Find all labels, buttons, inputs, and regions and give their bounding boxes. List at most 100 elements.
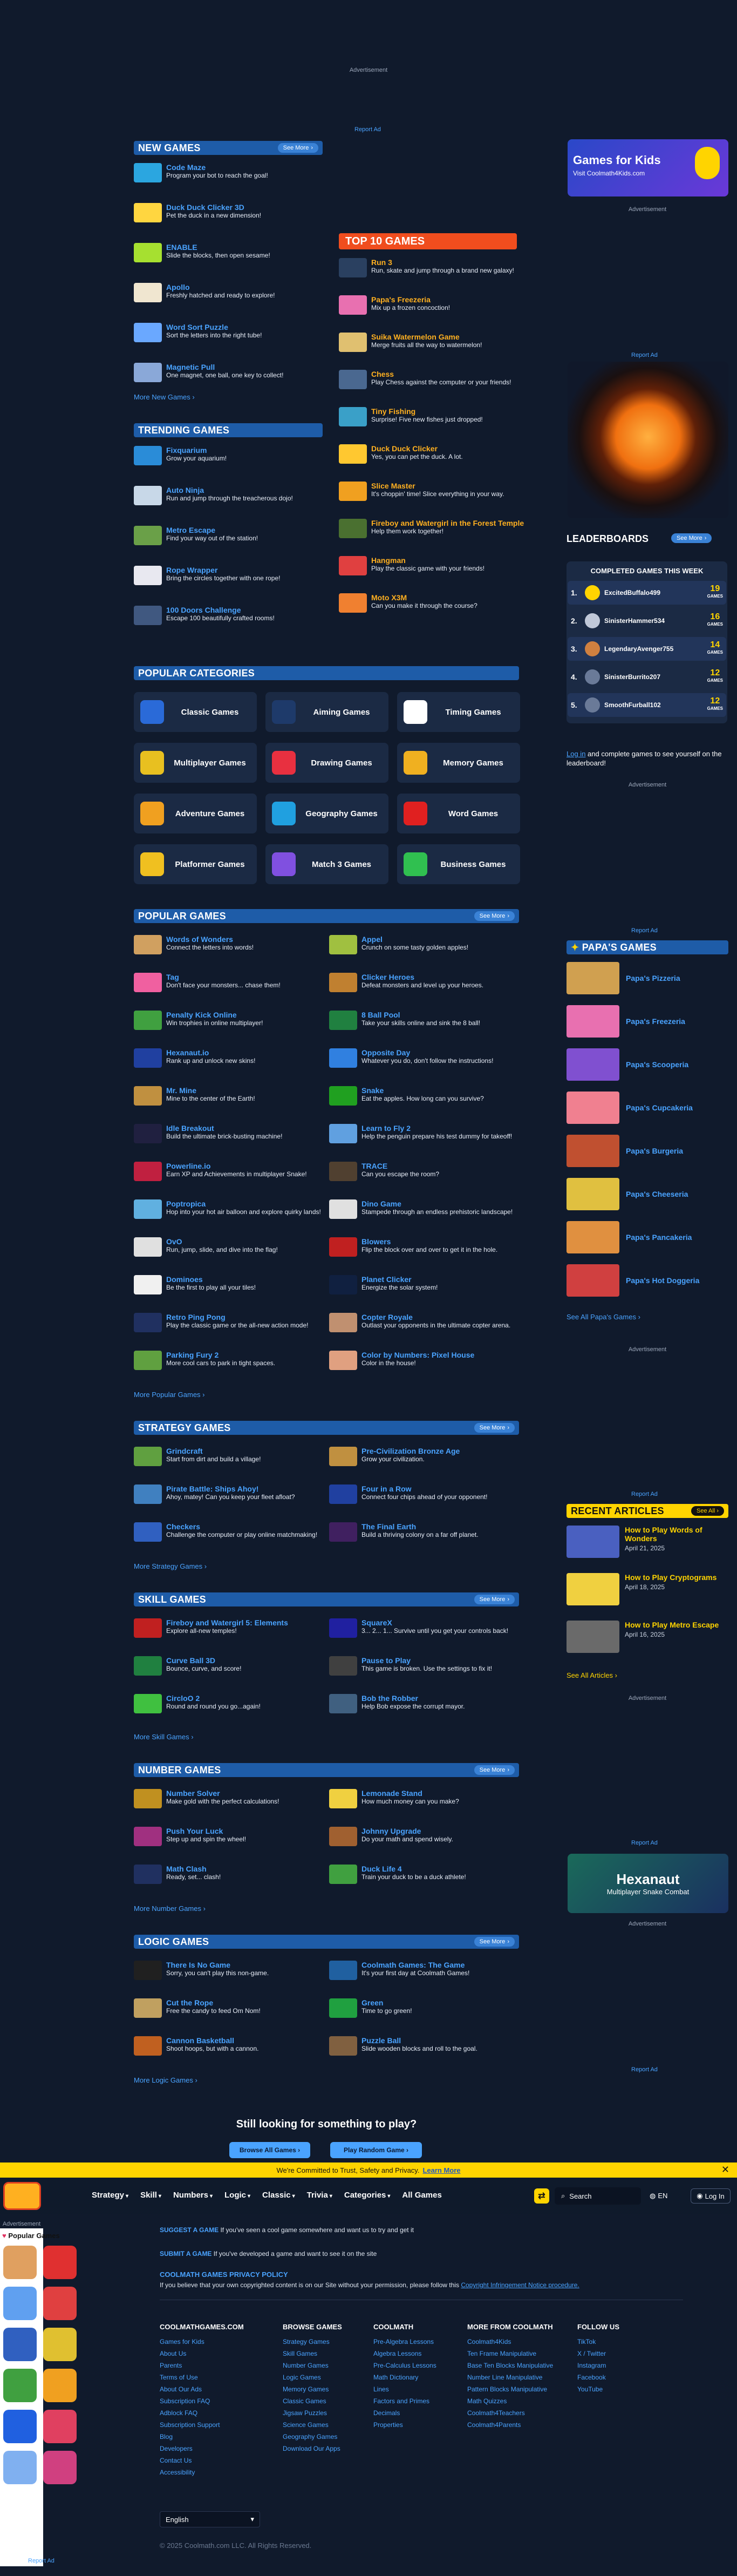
game-card[interactable]: Run 3 Run, skate and jump through a brand… xyxy=(339,258,533,277)
footer-link[interactable]: Science Games xyxy=(283,2421,369,2429)
game-thumbnail[interactable] xyxy=(329,1199,357,1219)
game-thumbnail[interactable] xyxy=(329,1162,357,1181)
game-card[interactable]: TRACE Can you escape the room? xyxy=(329,1162,523,1181)
nav-item[interactable]: All Games xyxy=(402,2191,441,2200)
footer-link[interactable]: Logic Games xyxy=(283,2373,369,2382)
game-thumbnail[interactable] xyxy=(329,935,357,954)
game-thumbnail[interactable] xyxy=(134,1865,162,1884)
game-title[interactable]: Cannon Basketball xyxy=(166,2036,258,2045)
more-skill-games-link[interactable]: More Skill Games › xyxy=(134,1733,194,1741)
footer-link[interactable]: Pattern Blocks Manipulative xyxy=(467,2385,570,2394)
game-title[interactable]: Grindcraft xyxy=(166,1447,261,1455)
game-title[interactable]: 8 Ball Pool xyxy=(361,1011,480,1019)
game-thumbnail[interactable] xyxy=(339,444,367,464)
game-card[interactable]: Apollo Freshly hatched and ready to explo… xyxy=(134,283,328,302)
strategy-see-more-button[interactable]: See More › xyxy=(474,1423,515,1433)
game-thumbnail[interactable] xyxy=(134,1656,162,1676)
game-thumbnail[interactable] xyxy=(329,1656,357,1676)
game-card[interactable]: Pause to Play This game is broken. Use th… xyxy=(329,1656,523,1676)
more-popular-games-link[interactable]: More Popular Games › xyxy=(134,1391,205,1399)
more-new-games-link[interactable]: More New Games › xyxy=(134,393,195,401)
game-thumbnail[interactable] xyxy=(339,556,367,575)
footer-link[interactable]: Coolmath4Kids xyxy=(467,2337,570,2346)
papas-name[interactable]: Papa's Pizzeria xyxy=(626,974,680,982)
game-card[interactable]: Hexanaut.io Rank up and unlock new skins! xyxy=(134,1048,328,1068)
game-card[interactable]: Pirate Battle: Ships Ahoy! Ahoy, matey! C… xyxy=(134,1484,328,1504)
game-card[interactable]: 100 Doors Challenge Escape 100 beautifull… xyxy=(134,606,328,625)
game-card[interactable]: Dominoes Be the first to play all your ti… xyxy=(134,1275,328,1294)
game-card[interactable]: Fixquarium Grow your aquarium! xyxy=(134,446,328,465)
game-title[interactable]: CircloO 2 xyxy=(166,1694,261,1703)
footer-link[interactable]: Adblock FAQ xyxy=(160,2409,246,2417)
game-title[interactable]: 100 Doors Challenge xyxy=(166,606,275,614)
footer-link[interactable]: Accessibility xyxy=(160,2468,246,2477)
game-card[interactable]: Chess Play Chess against the computer or … xyxy=(339,370,533,389)
leaderboard-row[interactable]: 5. SmoothFurball102 12 GAMES xyxy=(568,693,726,717)
footer-link[interactable]: TikTok xyxy=(577,2337,664,2346)
game-card[interactable]: Green Time to go green! xyxy=(329,1998,523,2018)
game-thumbnail[interactable] xyxy=(329,1124,357,1143)
game-thumbnail[interactable] xyxy=(134,363,162,382)
game-thumbnail[interactable] xyxy=(339,593,367,613)
game-thumbnail[interactable] xyxy=(339,407,367,426)
game-thumbnail[interactable] xyxy=(134,163,162,182)
game-card[interactable]: Suika Watermelon Game Merge fruits all th… xyxy=(339,333,533,352)
sidebar-game-icon[interactable] xyxy=(43,2328,77,2361)
game-thumbnail[interactable] xyxy=(134,1048,162,1068)
game-thumbnail[interactable] xyxy=(339,370,367,389)
footer-link[interactable]: Lines xyxy=(373,2385,460,2394)
game-card[interactable]: Retro Ping Pong Play the classic game or … xyxy=(134,1313,328,1332)
game-title[interactable]: Checkers xyxy=(166,1522,317,1531)
footer-link[interactable]: Terms of Use xyxy=(160,2373,246,2382)
game-card[interactable]: Johnny Upgrade Do your math and spend wis… xyxy=(329,1827,523,1846)
game-thumbnail[interactable] xyxy=(134,1275,162,1294)
see-all-papas-link[interactable]: See All Papa's Games › xyxy=(567,1313,640,1321)
game-title[interactable]: Hexanaut.io xyxy=(166,1048,255,1057)
language-selector[interactable]: ◍ EN xyxy=(650,2192,667,2200)
footer-link[interactable]: Math Quizzes xyxy=(467,2397,570,2405)
game-thumbnail[interactable] xyxy=(134,1086,162,1106)
game-title[interactable]: Blowers xyxy=(361,1237,497,1246)
game-thumbnail[interactable] xyxy=(329,1447,357,1466)
close-icon[interactable]: ✕ xyxy=(721,2164,729,2175)
game-thumbnail[interactable] xyxy=(134,526,162,545)
game-title[interactable]: Fixquarium xyxy=(166,446,227,455)
footer-link[interactable]: Decimals xyxy=(373,2409,460,2417)
leaderboard-row[interactable]: 2. SinisterHammer534 16 GAMES xyxy=(568,609,726,633)
game-title[interactable]: Number Solver xyxy=(166,1789,279,1798)
papas-game[interactable]: Papa's Cheeseria xyxy=(567,1178,688,1210)
game-title[interactable]: Suika Watermelon Game xyxy=(371,333,482,341)
game-thumbnail[interactable] xyxy=(134,1961,162,1980)
game-thumbnail[interactable] xyxy=(134,323,162,342)
game-card[interactable]: Auto Ninja Run and jump through the treac… xyxy=(134,486,328,505)
footer-link[interactable]: Strategy Games xyxy=(283,2337,369,2346)
category-card[interactable]: Platformer Games xyxy=(134,844,257,884)
footer-link[interactable]: Number Games xyxy=(283,2361,369,2370)
papas-game[interactable]: Papa's Pancakeria xyxy=(567,1221,692,1253)
footer-link[interactable]: Factors and Primes xyxy=(373,2397,460,2405)
game-title[interactable]: Color by Numbers: Pixel House xyxy=(361,1351,474,1359)
footer-link[interactable]: X / Twitter xyxy=(577,2349,664,2358)
report-ad-link[interactable]: Report Ad xyxy=(631,2066,658,2073)
article-title[interactable]: How to Play Metro Escape xyxy=(625,1621,727,1629)
game-card[interactable]: Checkers Challenge the computer or play o… xyxy=(134,1522,328,1542)
footer-link[interactable]: Blog xyxy=(160,2432,246,2441)
game-title[interactable]: Pre-Civilization Bronze Age xyxy=(361,1447,460,1455)
sidebar-game-icon[interactable] xyxy=(3,2246,37,2279)
game-card[interactable]: Fireboy and Watergirl 5: Elements Explore… xyxy=(134,1618,328,1638)
game-thumbnail[interactable] xyxy=(134,606,162,625)
footer-link[interactable]: YouTube xyxy=(577,2385,664,2394)
game-card[interactable]: Mr. Mine Mine to the center of the Earth! xyxy=(134,1086,328,1106)
game-title[interactable]: Slice Master xyxy=(371,482,504,490)
game-thumbnail[interactable] xyxy=(134,1313,162,1332)
game-card[interactable]: There Is No Game Sorry, you can't play th… xyxy=(134,1961,328,1980)
report-ad-link[interactable]: Report Ad xyxy=(631,1840,658,1846)
game-card[interactable]: Slice Master It's choppin' time! Slice ev… xyxy=(339,482,533,501)
game-thumbnail[interactable] xyxy=(134,1011,162,1030)
game-thumbnail[interactable] xyxy=(329,1694,357,1713)
papas-game[interactable]: Papa's Scooperia xyxy=(567,1048,688,1081)
game-card[interactable]: 8 Ball Pool Take your skills online and s… xyxy=(329,1011,523,1030)
footer-link[interactable]: Parents xyxy=(160,2361,246,2370)
papas-game[interactable]: Papa's Cupcakeria xyxy=(567,1092,693,1124)
game-title[interactable]: Lemonade Stand xyxy=(361,1789,459,1798)
